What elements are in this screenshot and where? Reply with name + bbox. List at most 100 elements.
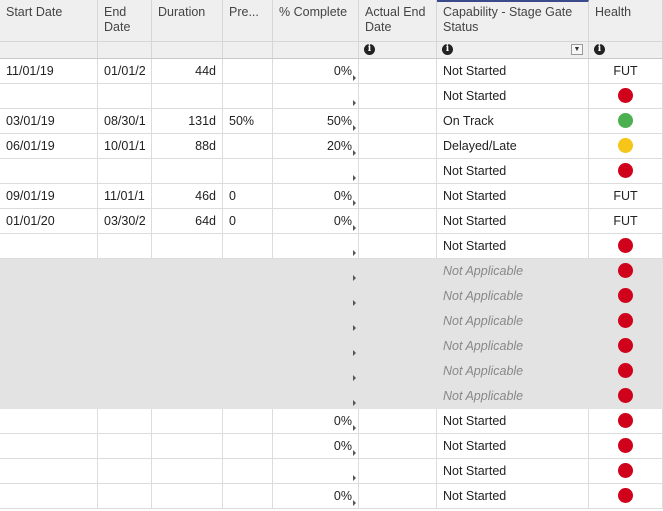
duration-cell[interactable]: [152, 309, 223, 333]
predecessors-cell[interactable]: 50%: [223, 109, 273, 133]
status-cell[interactable]: Not Started: [437, 434, 589, 458]
row-expand-arrow-icon[interactable]: [353, 325, 356, 331]
health-cell[interactable]: FUT: [589, 184, 663, 208]
predecessors-cell[interactable]: [223, 159, 273, 183]
start-date-cell[interactable]: [0, 459, 98, 483]
status-cell[interactable]: Not Applicable: [437, 309, 589, 333]
health-cell[interactable]: FUT: [589, 59, 663, 83]
start-date-cell[interactable]: [0, 334, 98, 358]
actual-end-date-cell[interactable]: [359, 384, 437, 408]
predecessors-cell[interactable]: [223, 384, 273, 408]
start-date-cell[interactable]: 09/01/19: [0, 184, 98, 208]
pct-complete-cell[interactable]: [273, 259, 359, 283]
table-row[interactable]: 0% Not Started: [0, 409, 663, 434]
start-date-cell[interactable]: [0, 409, 98, 433]
pct-complete-cell[interactable]: [273, 159, 359, 183]
end-date-cell[interactable]: [98, 259, 152, 283]
health-cell[interactable]: [589, 259, 663, 283]
end-date-cell[interactable]: 01/01/2: [98, 59, 152, 83]
duration-cell[interactable]: [152, 334, 223, 358]
end-date-cell[interactable]: 03/30/2: [98, 209, 152, 233]
health-cell[interactable]: [589, 434, 663, 458]
actual-end-date-cell[interactable]: [359, 59, 437, 83]
duration-cell[interactable]: [152, 459, 223, 483]
col-header-health[interactable]: Health: [589, 0, 663, 41]
start-date-cell[interactable]: [0, 309, 98, 333]
health-cell[interactable]: [589, 234, 663, 258]
row-expand-arrow-icon[interactable]: [353, 350, 356, 356]
health-cell[interactable]: [589, 459, 663, 483]
status-cell[interactable]: Delayed/Late: [437, 134, 589, 158]
predecessors-cell[interactable]: [223, 409, 273, 433]
start-date-cell[interactable]: [0, 84, 98, 108]
row-expand-arrow-icon[interactable]: [353, 100, 356, 106]
table-row[interactable]: Not Applicable: [0, 334, 663, 359]
col-header-stage-gate-status[interactable]: Capability - Stage Gate Status: [437, 0, 589, 41]
status-cell[interactable]: Not Started: [437, 159, 589, 183]
table-row[interactable]: Not Applicable: [0, 384, 663, 409]
actual-end-date-cell[interactable]: [359, 159, 437, 183]
actual-end-date-cell[interactable]: [359, 84, 437, 108]
status-cell[interactable]: Not Started: [437, 409, 589, 433]
row-expand-arrow-icon[interactable]: [353, 500, 356, 506]
table-row[interactable]: 06/01/19 10/01/1 88d 20% Delayed/Late: [0, 134, 663, 159]
end-date-cell[interactable]: 10/01/1: [98, 134, 152, 158]
info-icon[interactable]: i: [364, 44, 375, 55]
status-cell[interactable]: Not Applicable: [437, 259, 589, 283]
row-expand-arrow-icon[interactable]: [353, 300, 356, 306]
table-row[interactable]: Not Applicable: [0, 359, 663, 384]
pct-complete-cell[interactable]: [273, 359, 359, 383]
table-row[interactable]: Not Started: [0, 234, 663, 259]
pct-complete-cell[interactable]: 0%: [273, 409, 359, 433]
table-row[interactable]: 09/01/19 11/01/1 46d 0 0% Not Started FUT: [0, 184, 663, 209]
status-cell[interactable]: Not Applicable: [437, 359, 589, 383]
health-cell[interactable]: [589, 159, 663, 183]
start-date-cell[interactable]: [0, 434, 98, 458]
row-expand-arrow-icon[interactable]: [353, 250, 356, 256]
actual-end-date-cell[interactable]: [359, 259, 437, 283]
status-cell[interactable]: Not Started: [437, 209, 589, 233]
duration-cell[interactable]: [152, 384, 223, 408]
predecessors-cell[interactable]: [223, 84, 273, 108]
duration-cell[interactable]: [152, 484, 223, 508]
end-date-cell[interactable]: [98, 434, 152, 458]
row-expand-arrow-icon[interactable]: [353, 150, 356, 156]
col-header-end-date[interactable]: End Date: [98, 0, 152, 41]
start-date-cell[interactable]: 01/01/20: [0, 209, 98, 233]
health-cell[interactable]: [589, 334, 663, 358]
row-expand-arrow-icon[interactable]: [353, 400, 356, 406]
table-row[interactable]: 0% Not Started: [0, 484, 663, 509]
actual-end-date-cell[interactable]: [359, 484, 437, 508]
predecessors-cell[interactable]: [223, 259, 273, 283]
end-date-cell[interactable]: [98, 359, 152, 383]
row-expand-arrow-icon[interactable]: [353, 275, 356, 281]
end-date-cell[interactable]: [98, 234, 152, 258]
status-cell[interactable]: Not Started: [437, 459, 589, 483]
actual-end-date-cell[interactable]: [359, 459, 437, 483]
pct-complete-cell[interactable]: 0%: [273, 59, 359, 83]
col-header-pct-complete[interactable]: % Complete: [273, 0, 359, 41]
predecessors-cell[interactable]: [223, 134, 273, 158]
pct-complete-cell[interactable]: [273, 309, 359, 333]
predecessors-cell[interactable]: [223, 434, 273, 458]
start-date-cell[interactable]: [0, 484, 98, 508]
row-expand-arrow-icon[interactable]: [353, 125, 356, 131]
actual-end-date-cell[interactable]: [359, 309, 437, 333]
row-expand-arrow-icon[interactable]: [353, 475, 356, 481]
pct-complete-cell[interactable]: 0%: [273, 209, 359, 233]
predecessors-cell[interactable]: [223, 284, 273, 308]
health-cell[interactable]: [589, 84, 663, 108]
col-header-predecessors[interactable]: Pre...: [223, 0, 273, 41]
start-date-cell[interactable]: [0, 284, 98, 308]
status-cell[interactable]: Not Started: [437, 59, 589, 83]
row-expand-arrow-icon[interactable]: [353, 375, 356, 381]
end-date-cell[interactable]: [98, 409, 152, 433]
duration-cell[interactable]: 46d: [152, 184, 223, 208]
info-icon[interactable]: i: [594, 44, 605, 55]
row-expand-arrow-icon[interactable]: [353, 225, 356, 231]
end-date-cell[interactable]: 11/01/1: [98, 184, 152, 208]
start-date-cell[interactable]: [0, 234, 98, 258]
pct-complete-cell[interactable]: 0%: [273, 184, 359, 208]
health-cell[interactable]: [589, 284, 663, 308]
actual-end-date-cell[interactable]: [359, 409, 437, 433]
